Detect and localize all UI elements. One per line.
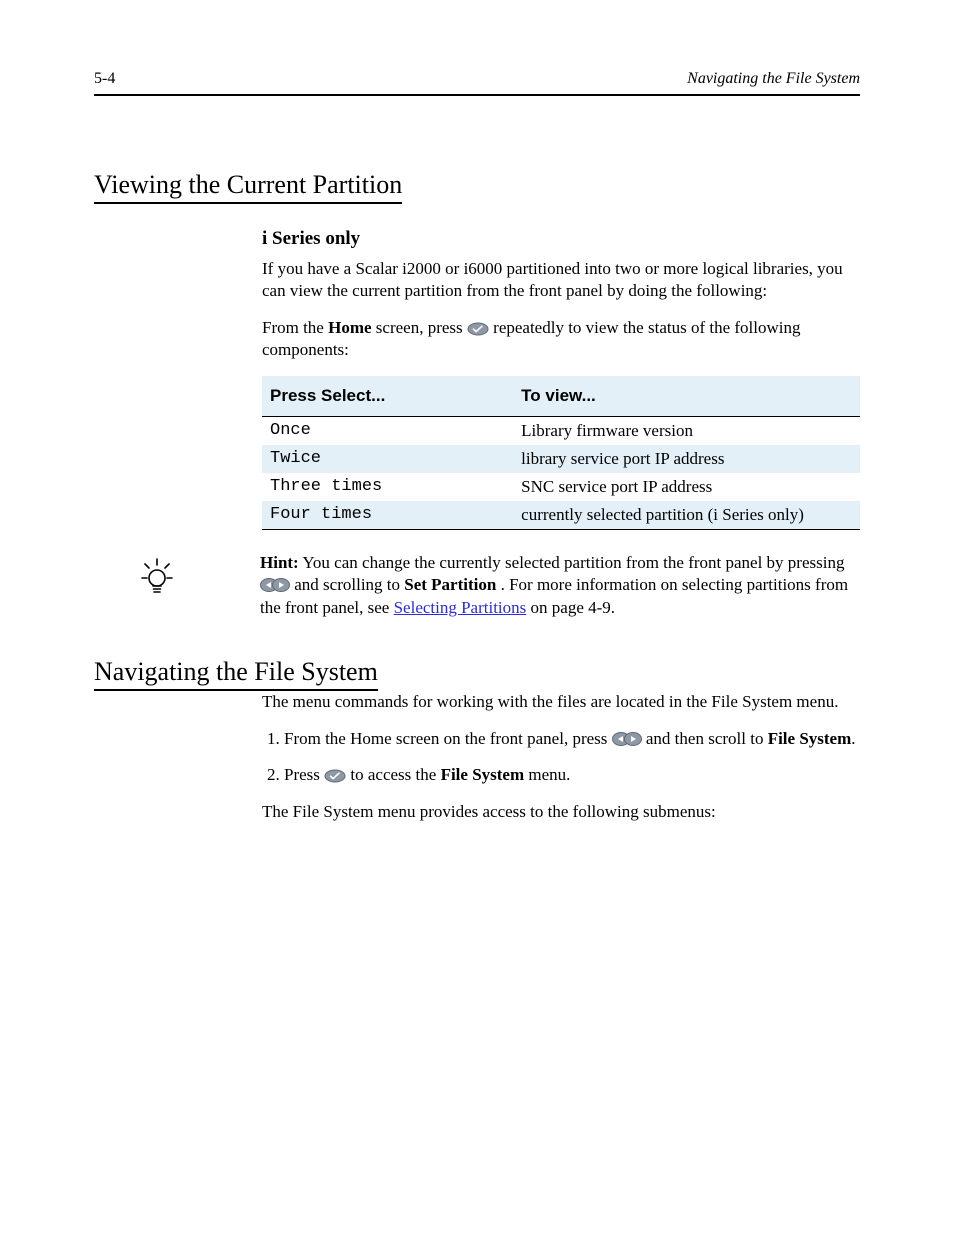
page-header: 5-4 Navigating the File System	[94, 70, 860, 96]
table-row: Once Library firmware version	[262, 416, 860, 445]
cell-val: Library firmware version	[513, 416, 860, 445]
hint-text-1: You can change the currently selected pa…	[302, 553, 844, 572]
left-right-arrow-icon	[612, 731, 642, 747]
nav-section-title: Navigating the File System	[94, 657, 378, 691]
nav-step-2: Press to access the File System menu.	[284, 764, 860, 787]
cell-key: Four times	[262, 501, 513, 529]
hint-text-2: and scrolling to	[294, 575, 400, 594]
step-1-prefix: From the	[262, 318, 324, 337]
nav-step-1: From the Home screen on the front panel,…	[284, 728, 860, 751]
set-partition-label: Set Partition	[404, 575, 496, 594]
col-head-view: To view...	[513, 376, 860, 417]
step-1: From the Home screen, press repeatedly t…	[262, 317, 860, 362]
cell-val: library service port IP address	[513, 445, 860, 473]
select-check-icon	[324, 769, 346, 783]
section-crumb: Navigating the File System	[687, 70, 860, 88]
file-system-label-2: File System	[441, 765, 525, 784]
lightbulb-icon	[140, 556, 174, 598]
left-right-arrow-icon	[260, 577, 290, 593]
status-table: Press Select... To view... Once Library …	[262, 376, 860, 530]
cell-key: Once	[262, 416, 513, 445]
table-row: Three times SNC service port IP address	[262, 473, 860, 501]
nav-end-para: The File System menu provides access to …	[262, 801, 860, 823]
cell-key: Twice	[262, 445, 513, 473]
cell-val: currently selected partition (i Series o…	[513, 501, 860, 529]
nav-intro: The menu commands for working with the f…	[262, 691, 860, 713]
select-check-icon	[467, 322, 489, 336]
table-row: Four times currently selected partition …	[262, 501, 860, 529]
cell-key: Three times	[262, 473, 513, 501]
hint-lead: Hint:	[260, 553, 299, 572]
nav-step-1b: and then scroll to	[646, 729, 764, 748]
nav-steps: From the Home screen on the front panel,…	[262, 728, 860, 788]
nav-step-2c: menu.	[528, 765, 570, 784]
step-1-mid: screen, press	[376, 318, 463, 337]
col-head-press: Press Select...	[262, 376, 513, 417]
intro-paragraph: If you have a Scalar i2000 or i6000 part…	[262, 258, 860, 303]
file-system-label: File System	[768, 729, 852, 748]
hint-after-link: on page 4-9.	[531, 598, 616, 617]
hint-block: Hint: You can change the currently selec…	[94, 552, 860, 619]
section-title: Viewing the Current Partition	[94, 170, 402, 204]
nav-step-2a: Press	[284, 765, 320, 784]
nav-step-1a: From the Home screen on the front panel,…	[284, 729, 607, 748]
nav-step-2b: to access the	[350, 765, 436, 784]
home-label: Home	[328, 318, 371, 337]
table-row: Twice library service port IP address	[262, 445, 860, 473]
subsection-title: i Series only	[262, 228, 860, 250]
cell-val: SNC service port IP address	[513, 473, 860, 501]
selecting-partitions-link[interactable]: Selecting Partitions	[394, 598, 527, 617]
page-number: 5-4	[94, 70, 115, 88]
